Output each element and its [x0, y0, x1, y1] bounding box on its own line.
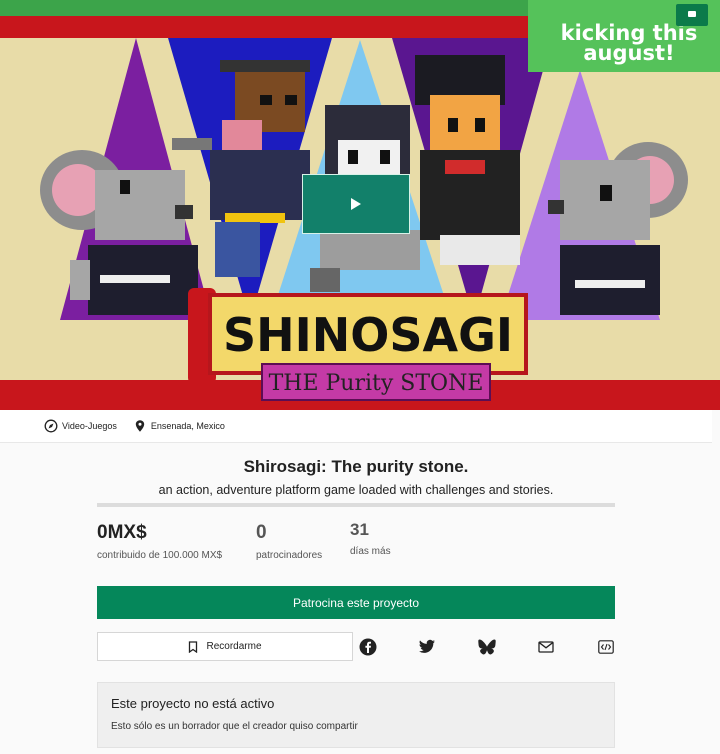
embed-share-button[interactable]	[596, 637, 616, 657]
days-count: 31	[350, 520, 369, 539]
backers-stat: 0 patrocinadores	[256, 522, 322, 561]
location-label: Ensenada, Mexico	[150, 421, 225, 431]
days-label: días más	[350, 546, 391, 557]
days-stat: 31 días más	[350, 520, 391, 557]
remind-me-label: Recordarme	[206, 641, 262, 652]
facebook-share-button[interactable]	[358, 637, 378, 657]
project-meta-bar: Video-Juegos Ensenada, Mexico	[0, 410, 712, 443]
play-video-button[interactable]	[302, 174, 410, 234]
pledged-goal-label: contribuido de 100.000 MX$	[97, 550, 223, 561]
notice-body: Esto sólo es un borrador que el creador …	[111, 721, 358, 732]
remind-me-button[interactable]: Recordarme	[97, 632, 353, 661]
twitter-share-button[interactable]	[417, 637, 437, 657]
launch-banner-text: kicking this august!	[560, 21, 698, 65]
logo-subtitle: THE Purity STONE	[269, 371, 484, 396]
bookmark-icon	[189, 640, 198, 653]
project-subtitle: an action, adventure platform game loade…	[158, 483, 554, 497]
pledged-amount: 0MX$	[97, 522, 147, 543]
email-share-button[interactable]	[536, 637, 556, 657]
location-pin-icon	[135, 420, 145, 432]
chat-icon[interactable]	[676, 4, 708, 26]
bluesky-icon	[478, 639, 496, 655]
pledged-stat: 0MX$ contribuido de 100.000 MX$	[97, 522, 222, 561]
category-label: Video-Juegos	[62, 421, 117, 431]
back-project-button[interactable]: Patrocina este proyecto	[97, 586, 615, 619]
play-icon	[351, 198, 361, 210]
backers-count: 0	[256, 522, 267, 543]
facebook-icon	[359, 638, 377, 656]
backers-label: patrocinadores	[256, 550, 323, 561]
location-link[interactable]: Ensenada, Mexico	[133, 419, 225, 433]
project-title: Shirosagi: The purity stone.	[243, 457, 469, 476]
launch-banner: kicking this august!	[528, 0, 720, 72]
notice-heading: Este proyecto no está activo	[111, 696, 275, 711]
compass-icon	[44, 419, 58, 433]
category-link[interactable]: Video-Juegos	[44, 419, 117, 433]
inactive-project-notice: Este proyecto no está activo Esto sólo e…	[97, 682, 615, 748]
funding-progress-bar	[97, 503, 615, 507]
project-hero-image: SHINOSAGI THE Purity STONE kicking this …	[0, 0, 720, 410]
embed-icon	[598, 640, 614, 654]
logo-title: SHINOSAGI	[223, 308, 513, 362]
bluesky-share-button[interactable]	[477, 637, 497, 657]
email-icon	[538, 641, 554, 653]
twitter-icon	[419, 639, 435, 653]
